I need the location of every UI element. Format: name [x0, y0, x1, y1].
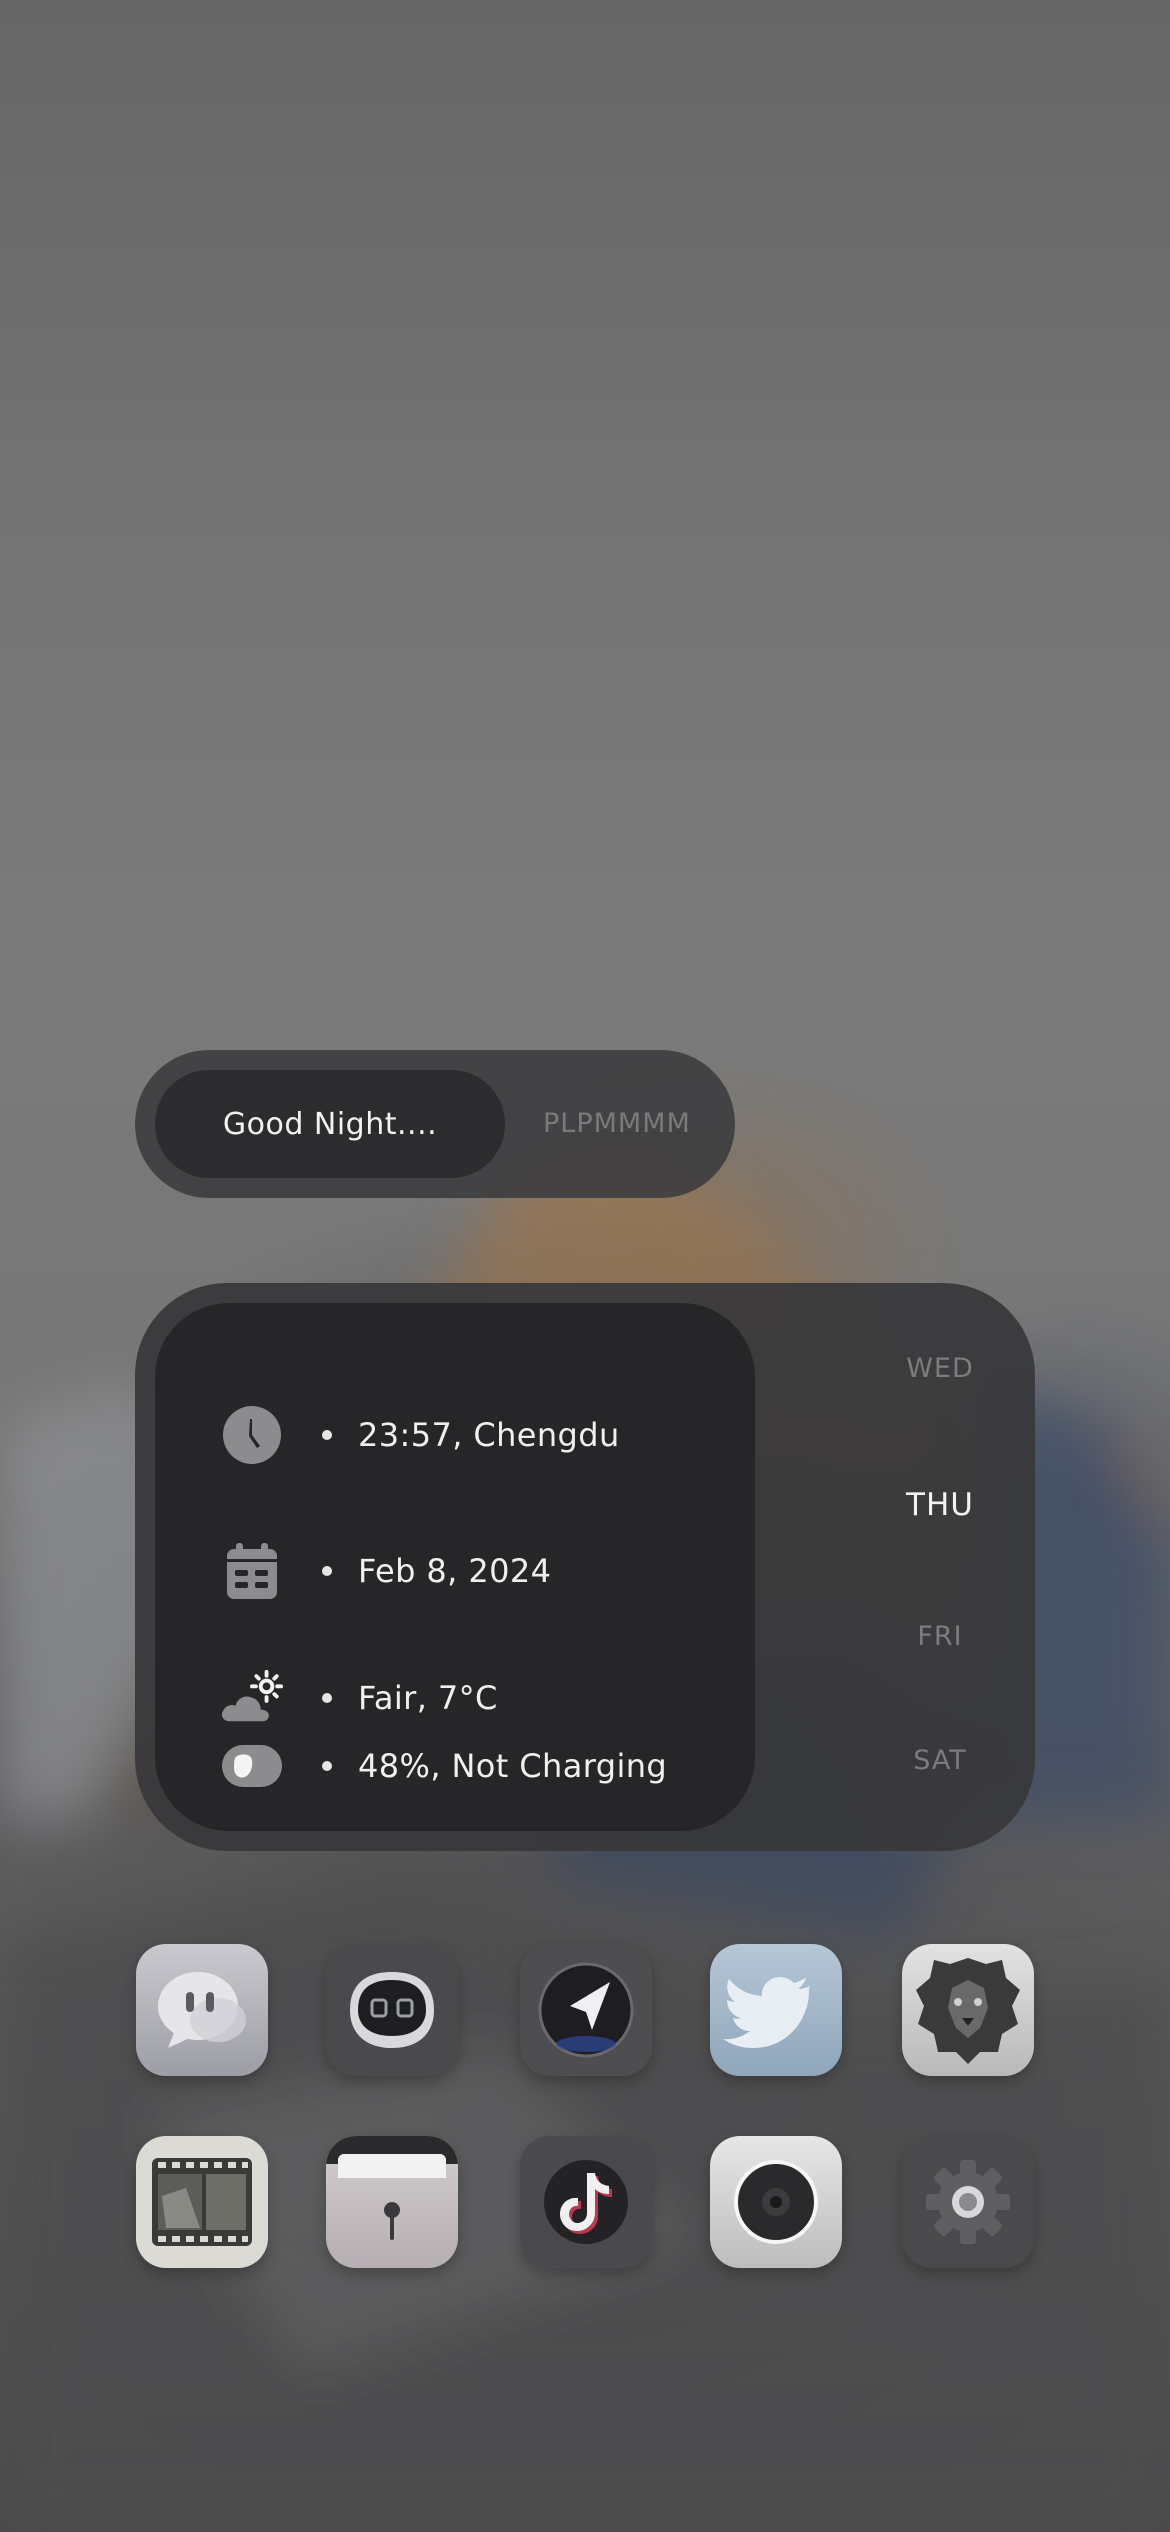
robot-app[interactable]	[326, 1944, 458, 2076]
navigation-arrow-icon	[520, 1944, 652, 2076]
day-label-sat: SAT	[913, 1745, 967, 1776]
day-label-thu-active: THU	[906, 1487, 974, 1523]
tiktok-app[interactable]	[520, 2136, 652, 2268]
speaker-icon	[710, 2136, 842, 2268]
time-row: 23:57, Chengdu	[155, 1395, 755, 1475]
wallet-app[interactable]	[326, 2136, 458, 2268]
bullet-dot	[322, 1761, 332, 1771]
chat-app[interactable]	[136, 1944, 268, 2076]
robot-face-icon	[326, 1944, 458, 2076]
date-row: Feb 8, 2024	[155, 1531, 755, 1611]
weather-cloud-sun-icon	[220, 1668, 284, 1728]
gear-icon	[902, 2136, 1034, 2268]
settings-app[interactable]	[902, 2136, 1034, 2268]
greeting-marquee-text: PLPMMMM	[543, 1108, 691, 1139]
lion-head-icon	[902, 1944, 1034, 2076]
battery-text: 48%, Not Charging	[358, 1747, 668, 1785]
lion-app[interactable]	[902, 1944, 1034, 2076]
twitter-bird-icon	[710, 1944, 842, 2076]
greeting-label: Good Night....	[155, 1070, 505, 1178]
date-text: Feb 8, 2024	[358, 1552, 552, 1590]
battery-row-content: 48%, Not Charging	[155, 1726, 755, 1806]
battery-icon	[220, 1736, 284, 1796]
bullet-dot	[322, 1566, 332, 1576]
home-screen: Good Night.... PLPMMMM 23:57, Chengdu Fe…	[0, 0, 1170, 2532]
time-location-text: 23:57, Chengdu	[358, 1416, 620, 1454]
wallet-icon	[326, 2136, 458, 2268]
film-strip-icon	[136, 2136, 268, 2268]
tiktok-note-icon	[520, 2136, 652, 2268]
day-label-fri: FRI	[917, 1621, 963, 1652]
greeting-widget[interactable]: Good Night.... PLPMMMM	[135, 1050, 735, 1198]
chat-bubble-icon	[136, 1944, 268, 2076]
bullet-dot	[322, 1693, 332, 1703]
speaker-app[interactable]	[710, 2136, 842, 2268]
twitter-app[interactable]	[710, 1944, 842, 2076]
clock-icon	[220, 1405, 284, 1465]
bullet-dot	[322, 1430, 332, 1440]
film-app[interactable]	[136, 2136, 268, 2268]
day-label-wed: WED	[906, 1353, 974, 1384]
navigation-app[interactable]	[520, 1944, 652, 2076]
calendar-icon	[220, 1541, 284, 1601]
